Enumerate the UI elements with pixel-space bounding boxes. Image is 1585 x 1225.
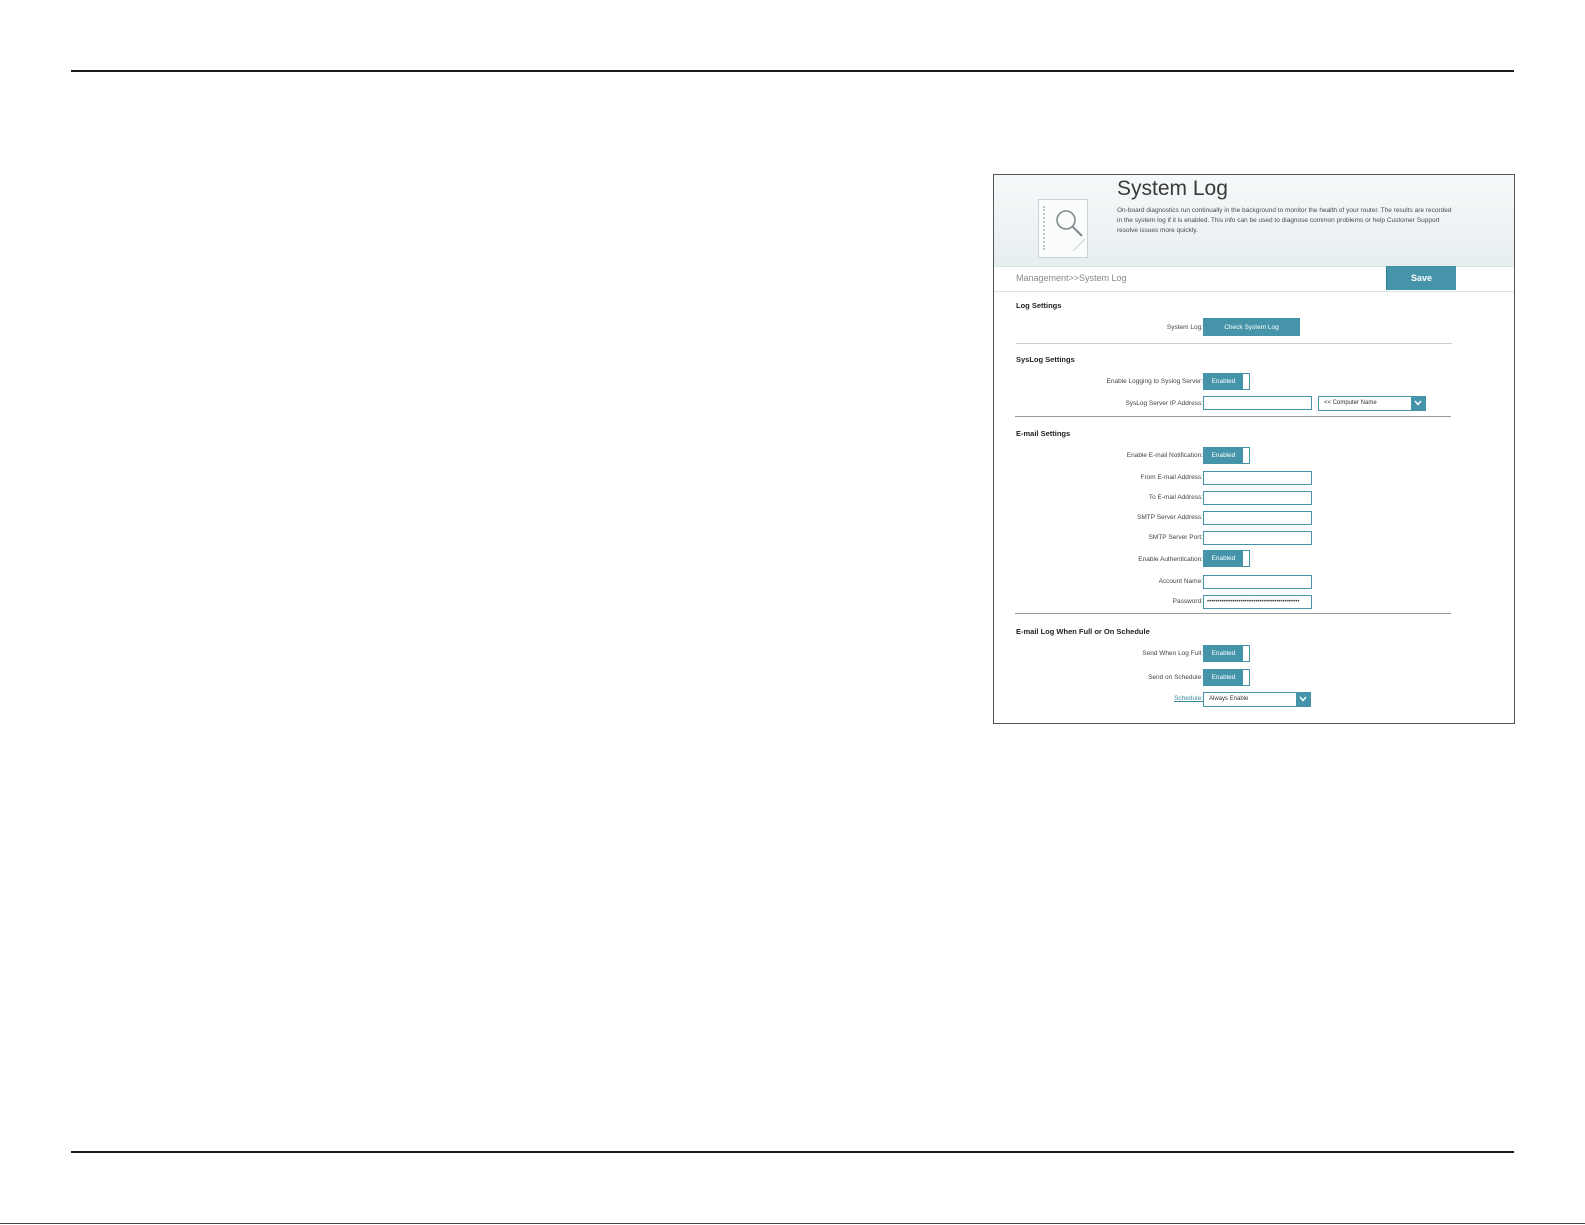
smtp-port-label: SMTP Server Port: <box>1148 534 1203 541</box>
smtp-port-input[interactable] <box>1203 531 1312 545</box>
computer-name-select[interactable]: << Computer Name <box>1318 396 1426 411</box>
send-on-schedule-toggle[interactable]: Enabled <box>1203 669 1250 686</box>
from-email-input[interactable] <box>1203 471 1312 485</box>
toggle-state: Enabled <box>1204 670 1243 685</box>
toggle-state: Enabled <box>1204 374 1243 389</box>
breadcrumb-bar: Management>>System Log Save <box>994 266 1514 292</box>
send-on-schedule-label: Send on Schedule: <box>1148 674 1203 681</box>
bottom-rule <box>71 1151 1514 1153</box>
enable-email-label: Enable E-mail Notification: <box>1126 452 1203 459</box>
enable-auth-label: Enable Authentication: <box>1138 556 1203 563</box>
toggle-state: Enabled <box>1204 448 1243 463</box>
syslog-settings-heading: SysLog Settings <box>1016 355 1075 364</box>
footer-rule <box>0 1223 1585 1224</box>
breadcrumb: Management>>System Log <box>1016 273 1127 283</box>
chevron-down-icon <box>1296 693 1310 706</box>
toggle-state: Enabled <box>1204 551 1243 566</box>
document-search-icon <box>1038 199 1088 258</box>
log-settings-heading: Log Settings <box>1016 301 1062 310</box>
system-log-label: System Log: <box>1166 324 1203 331</box>
schedule-select[interactable]: Always Enable <box>1203 692 1311 707</box>
enable-auth-toggle[interactable]: Enabled <box>1203 550 1250 567</box>
divider <box>1015 613 1451 614</box>
enable-syslog-toggle[interactable]: Enabled <box>1203 373 1250 390</box>
from-email-label: From E-mail Address: <box>1140 474 1204 481</box>
email-log-heading: E-mail Log When Full or On Schedule <box>1016 627 1150 636</box>
toggle-state: Enabled <box>1204 646 1243 661</box>
page-header: System Log On-board diagnostics run cont… <box>994 175 1514 266</box>
syslog-ip-label: SysLog Server IP Address: <box>1125 400 1203 407</box>
computer-name-value: << Computer Name <box>1324 400 1377 406</box>
send-when-full-toggle[interactable]: Enabled <box>1203 645 1250 662</box>
schedule-link[interactable]: Schedule: <box>1174 695 1203 702</box>
page-title: System Log <box>1117 177 1228 200</box>
smtp-address-label: SMTP Server Address: <box>1137 514 1203 521</box>
system-log-panel: System Log On-board diagnostics run cont… <box>993 174 1515 724</box>
send-when-full-label: Send When Log Full: <box>1142 650 1203 657</box>
to-email-input[interactable] <box>1203 491 1312 505</box>
enable-syslog-label: Enable Logging to Syslog Server: <box>1106 378 1203 385</box>
password-input[interactable] <box>1203 595 1312 609</box>
page-description: On-board diagnostics run continually in … <box>1117 207 1452 234</box>
divider <box>1016 343 1452 344</box>
chevron-down-icon <box>1411 397 1425 410</box>
schedule-value: Always Enable <box>1209 696 1249 702</box>
password-label: Password: <box>1172 598 1203 605</box>
to-email-label: To E-mail Address: <box>1148 494 1203 501</box>
smtp-address-input[interactable] <box>1203 511 1312 525</box>
save-button[interactable]: Save <box>1386 266 1456 290</box>
enable-email-toggle[interactable]: Enabled <box>1203 447 1250 464</box>
syslog-ip-input[interactable] <box>1203 396 1312 410</box>
account-name-label: Account Name: <box>1158 578 1203 585</box>
top-rule <box>71 70 1514 72</box>
email-settings-heading: E-mail Settings <box>1016 429 1071 438</box>
divider <box>1015 416 1451 417</box>
check-system-log-button[interactable]: Check System Log <box>1203 318 1300 336</box>
account-name-input[interactable] <box>1203 575 1312 589</box>
